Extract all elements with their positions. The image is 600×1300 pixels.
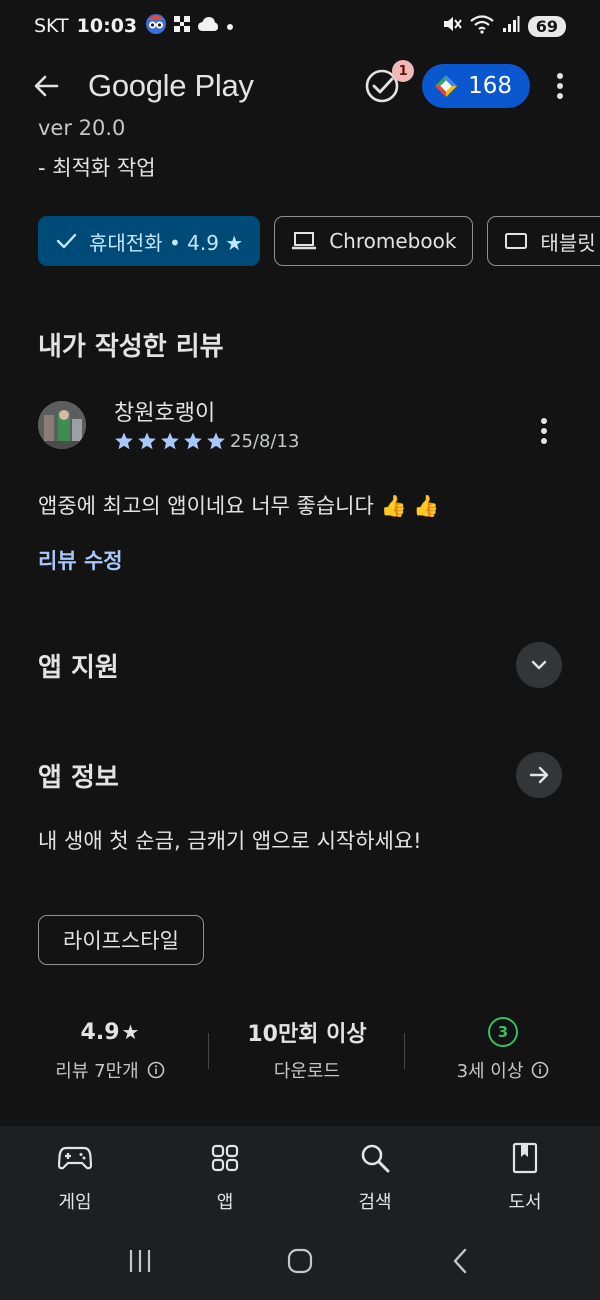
stat-divider <box>404 1033 405 1069</box>
expand-app-support-button[interactable] <box>516 642 562 688</box>
app-bar: Google Play 1 168 <box>0 52 600 120</box>
points-count: 168 <box>468 73 512 99</box>
chip-chromebook[interactable]: Chromebook <box>274 216 474 266</box>
more-vert-icon <box>541 418 547 444</box>
gamepad-icon <box>58 1146 92 1170</box>
avatar <box>38 401 86 449</box>
play-points-button[interactable]: 168 <box>422 64 530 108</box>
check-icon <box>56 233 77 249</box>
clock: 10:03 <box>76 15 138 37</box>
app-support-title: 앱 지원 <box>38 652 119 683</box>
nav-books-label: 도서 <box>508 1192 542 1213</box>
app-stats: 4.9 ★ 리뷰 7만개 10만회 이상 다운로드 3 3세 이상 <box>0 1015 600 1095</box>
laptop-icon <box>292 232 317 250</box>
app-info-row[interactable]: 앱 정보 <box>38 750 562 800</box>
nav-games-label: 게임 <box>58 1192 92 1213</box>
chip-phone-label: 휴대전화 • 4.9 ★ <box>89 230 244 255</box>
home-button[interactable] <box>270 1241 330 1281</box>
nav-apps[interactable]: 앱 <box>150 1126 300 1222</box>
info-icon <box>147 1061 165 1079</box>
bookmark-book-icon <box>512 1142 538 1174</box>
version-text: ver 20.0 <box>38 116 126 140</box>
chevron-left-icon <box>453 1248 467 1274</box>
notification-badge: 1 <box>392 60 415 82</box>
bottom-navigation: 게임 앱 검색 도서 <box>0 1126 600 1222</box>
review-text: 앱중에 최고의 앱이네요 너무 좋습니다 👍 👍 <box>38 494 440 518</box>
chip-phone[interactable]: 휴대전화 • 4.9 ★ <box>38 216 261 266</box>
rating-star: ★ <box>121 1020 140 1044</box>
rating-value: 4.9 <box>80 1019 120 1045</box>
carrier-label: SKT <box>34 15 69 37</box>
signal-icon <box>502 15 520 38</box>
star-icon <box>161 432 179 450</box>
arrow-left-icon <box>34 75 59 97</box>
star-icon <box>138 432 156 450</box>
downloads-value: 10만회 이상 <box>247 1022 367 1047</box>
review-more-button[interactable] <box>532 413 556 449</box>
google-play-logo: Google Play <box>88 68 254 103</box>
info-icon <box>532 1061 549 1079</box>
edit-review-link[interactable]: 리뷰 수정 <box>38 545 123 575</box>
more-vert-icon <box>557 73 563 99</box>
chip-chromebook-label: Chromebook <box>329 229 457 253</box>
review-date: 25/8/13 <box>230 431 300 452</box>
app-support-row[interactable]: 앱 지원 <box>38 640 562 690</box>
cloud-icon <box>197 15 219 37</box>
reviewer-name: 창원호랭이 <box>114 401 216 426</box>
rating-stars <box>114 431 226 451</box>
stat-age-rating[interactable]: 3 3세 이상 <box>408 1015 598 1083</box>
device-filter-chips: 휴대전화 • 4.9 ★ Chromebook 태블릿 <box>38 216 600 266</box>
qr-icon <box>173 15 191 38</box>
chip-tablet-label: 태블릿 <box>540 230 596 255</box>
downloads-label: 다운로드 <box>273 1061 341 1082</box>
open-app-info-button[interactable] <box>516 752 562 798</box>
nav-apps-label: 앱 <box>216 1192 234 1213</box>
app-info-title: 앱 정보 <box>38 762 119 793</box>
notification-app-icon <box>145 13 167 40</box>
stat-rating[interactable]: 4.9 ★ 리뷰 7만개 <box>15 1015 205 1083</box>
tablet-icon <box>505 233 528 249</box>
my-review-title: 내가 작성한 리뷰 <box>38 332 224 362</box>
chevron-down-icon <box>531 660 547 670</box>
system-navigation-bar <box>0 1222 600 1300</box>
battery-indicator: 69 <box>527 15 566 37</box>
notifications-button[interactable]: 1 <box>364 60 415 106</box>
mute-icon <box>442 14 462 39</box>
app-description: 내 생애 첫 순금, 금캐기 앱으로 시작하세요! <box>38 829 422 853</box>
nav-games[interactable]: 게임 <box>0 1126 150 1222</box>
arrow-right-icon <box>529 766 549 784</box>
reviews-count: 리뷰 7만개 <box>55 1061 139 1082</box>
search-icon <box>361 1144 390 1173</box>
nav-books[interactable]: 도서 <box>450 1126 600 1222</box>
age-rating-badge: 3 <box>488 1017 518 1047</box>
system-back-button[interactable] <box>430 1241 490 1281</box>
dot-icon <box>225 15 235 37</box>
recents-button[interactable] <box>110 1241 170 1281</box>
recents-icon <box>129 1250 151 1272</box>
changelog-line: - 최적화 작업 <box>38 156 156 180</box>
category-chip[interactable]: 라이프스타일 <box>38 915 204 965</box>
apps-grid-icon <box>211 1144 239 1172</box>
wifi-icon <box>470 14 494 39</box>
age-rating-label: 3세 이상 <box>456 1061 524 1082</box>
nav-search[interactable]: 검색 <box>300 1126 450 1222</box>
star-icon <box>184 432 202 450</box>
back-button[interactable] <box>28 68 64 104</box>
star-icon <box>207 432 225 450</box>
star-icon <box>115 432 133 450</box>
stat-divider <box>208 1033 209 1069</box>
play-points-icon <box>435 75 458 97</box>
more-options-button[interactable] <box>548 68 572 104</box>
stat-downloads: 10만회 이상 다운로드 <box>212 1015 402 1083</box>
home-icon <box>287 1248 313 1274</box>
chip-tablet[interactable]: 태블릿 <box>487 216 600 266</box>
status-bar: SKT 10:03 69 <box>0 0 600 52</box>
nav-search-label: 검색 <box>358 1192 392 1213</box>
